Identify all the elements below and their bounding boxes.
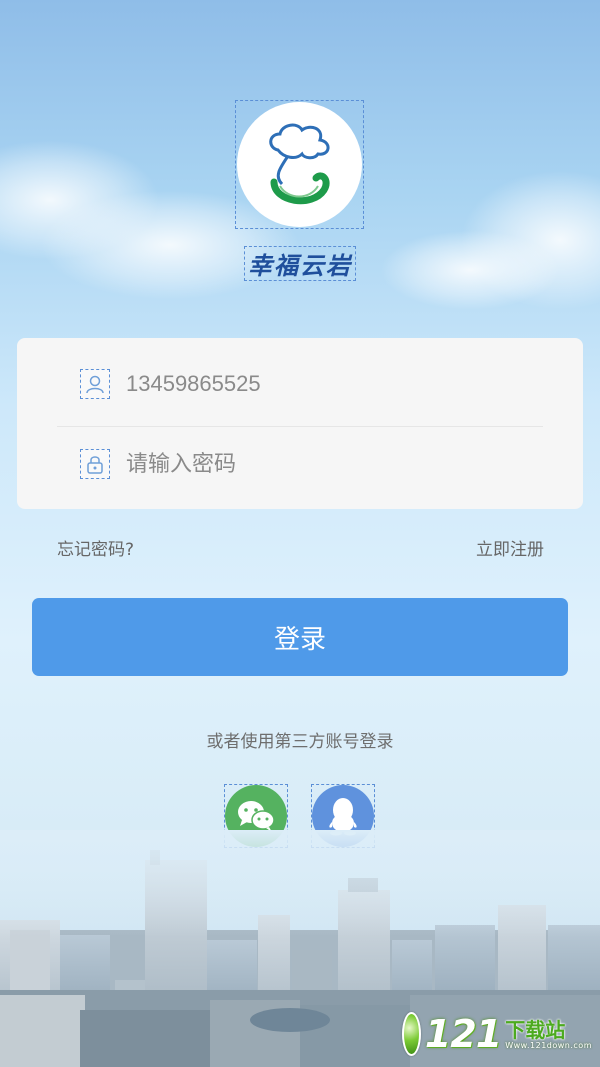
username-field (17, 342, 583, 426)
login-button[interactable]: 登录 (32, 598, 568, 676)
watermark-cn-text: 下载站 (505, 1017, 566, 1042)
register-link[interactable]: 立即注册 (476, 535, 544, 560)
login-screen: 幸福云岩 忘记密码? 立即注册 登录 (0, 0, 600, 1067)
lock-icon (80, 449, 110, 479)
watermark-en-text: Www.121down.com (505, 1040, 592, 1050)
brand-name: 幸福云岩 (244, 246, 356, 281)
password-input[interactable] (126, 451, 546, 477)
cloud-decoration (380, 230, 560, 310)
third-party-login-prompt: 或者使用第三方账号登录 (206, 732, 394, 752)
login-form-card (17, 338, 583, 509)
forgot-password-link[interactable]: 忘记密码? (57, 535, 134, 560)
cloud-rock-logo-icon (268, 123, 330, 204)
watermark-number: 121 (424, 1012, 502, 1056)
watermark-text-group: 下载站 Www.121down.com (505, 1019, 592, 1050)
logo-circle (237, 102, 362, 227)
download-site-watermark: 121 下载站 Www.121down.com (402, 1006, 592, 1062)
user-icon (80, 369, 110, 399)
watermark-ball-icon (402, 1012, 421, 1056)
username-input[interactable] (126, 371, 546, 397)
password-field (17, 422, 583, 506)
app-logo (235, 100, 364, 229)
